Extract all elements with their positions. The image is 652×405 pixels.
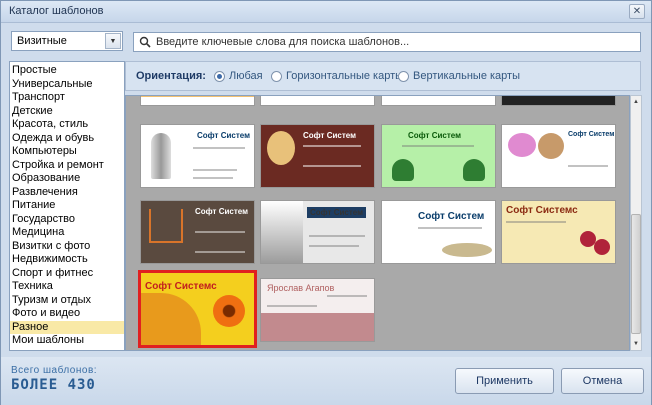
template-card-partial[interactable]	[501, 96, 616, 106]
radio-dot	[271, 70, 282, 82]
scroll-down-icon[interactable]: ▼	[631, 338, 641, 350]
template-card-partial[interactable]	[381, 96, 496, 106]
category-item[interactable]: Универсальные	[10, 78, 124, 92]
orientation-vertical-radio[interactable]: Вертикальные карты	[398, 70, 520, 82]
template-card-partial[interactable]	[140, 96, 255, 106]
category-item[interactable]: Питание	[10, 199, 124, 213]
orientation-label: Ориентация:	[136, 70, 206, 82]
card-company: Софт Систем	[195, 207, 249, 216]
category-item[interactable]: Государство	[10, 213, 124, 227]
category-item[interactable]: Образование	[10, 172, 124, 186]
category-item[interactable]: Спорт и фитнес	[10, 267, 124, 281]
card-company: Софт Систем	[307, 207, 367, 218]
search-icon	[139, 36, 151, 48]
chevron-down-icon[interactable]: ▼	[105, 33, 121, 49]
template-card[interactable]: Софт Систем	[381, 124, 496, 188]
scroll-up-icon[interactable]: ▲	[631, 96, 641, 108]
total-label: Всего шаблонов:	[11, 365, 98, 376]
orientation-any-label: Любая	[229, 70, 263, 82]
card-company: Софт Систем	[568, 131, 615, 138]
orientation-horizontal-radio[interactable]: Горизонтальные карты	[271, 70, 403, 82]
search-input[interactable]: Введите ключевые слова для поиска шаблон…	[133, 32, 641, 52]
template-card[interactable]: Софт Систем	[381, 200, 496, 264]
template-gallery: Софт Систем Софт Систем Софт Систем Софт…	[125, 95, 630, 351]
category-item[interactable]: Простые	[10, 64, 124, 78]
card-company: Софт Систем	[418, 211, 485, 222]
close-button[interactable]: ✕	[629, 4, 645, 19]
card-company: Софт Систем	[303, 131, 357, 140]
category-item[interactable]: Фото и видео	[10, 307, 124, 321]
category-item[interactable]: Разное	[10, 320, 124, 334]
category-item[interactable]: Медицина	[10, 226, 124, 240]
total-value: БОЛЕЕ 430	[11, 377, 96, 393]
template-card[interactable]: Ярослав Агапов	[260, 278, 375, 342]
search-placeholder: Введите ключевые слова для поиска шаблон…	[156, 36, 410, 48]
category-item[interactable]: Недвижимость	[10, 253, 124, 267]
card-company: Софт Систем	[408, 131, 462, 140]
orientation-horizontal-label: Горизонтальные карты	[286, 70, 404, 82]
category-item[interactable]: Одежда и обувь	[10, 132, 124, 146]
orientation-vertical-label: Вертикальные карты	[413, 70, 520, 82]
card-company: Софт Системс	[145, 281, 217, 292]
template-card[interactable]: Софт Системс	[501, 200, 616, 264]
title-bar: Каталог шаблонов ✕	[1, 1, 651, 23]
card-company: Софт Систем	[197, 131, 251, 140]
category-item[interactable]: Мои шаблоны	[10, 334, 124, 348]
category-item[interactable]: Развлечения	[10, 186, 124, 200]
card-company: Софт Системс	[506, 205, 578, 216]
template-card-partial[interactable]	[260, 96, 375, 106]
apply-button[interactable]: Применить	[455, 368, 554, 394]
gallery-scrollbar[interactable]: ▲ ▼	[630, 95, 642, 351]
template-card-selected[interactable]: Софт Системс	[138, 270, 257, 348]
template-card[interactable]: Софт Систем	[260, 200, 375, 264]
card-company: Ярослав Агапов	[267, 283, 335, 293]
category-list: Простые Универсальные Транспорт Детские Крас…	[9, 61, 125, 351]
category-group-select[interactable]: Визитные ▼	[11, 31, 123, 51]
category-item[interactable]: Компьютеры	[10, 145, 124, 159]
category-item[interactable]: Техника	[10, 280, 124, 294]
template-card[interactable]: Софт Систем	[140, 124, 255, 188]
template-card[interactable]: Софт Систем	[260, 124, 375, 188]
scroll-thumb[interactable]	[631, 214, 641, 334]
template-card[interactable]: Софт Систем	[140, 200, 255, 264]
template-catalog-window: Каталог шаблонов ✕ Визитные ▼ Простые Уни…	[0, 0, 652, 405]
category-item[interactable]: Визитки с фото	[10, 240, 124, 254]
window-title: Каталог шаблонов	[9, 5, 104, 17]
cancel-button[interactable]: Отмена	[561, 368, 644, 394]
orientation-any-radio[interactable]: Любая	[214, 70, 263, 82]
category-group-value: Визитные	[17, 35, 67, 47]
category-item[interactable]: Детские	[10, 105, 124, 119]
template-card[interactable]: Софт Систем	[501, 124, 616, 188]
radio-dot	[214, 70, 225, 82]
category-item[interactable]: Транспорт	[10, 91, 124, 105]
radio-dot	[398, 70, 409, 82]
orientation-panel: Ориентация: Любая Горизонтальные карты В…	[125, 61, 641, 91]
category-item[interactable]: Стройка и ремонт	[10, 159, 124, 173]
category-item[interactable]: Красота, стиль	[10, 118, 124, 132]
category-item[interactable]: Туризм и отдых	[10, 294, 124, 308]
